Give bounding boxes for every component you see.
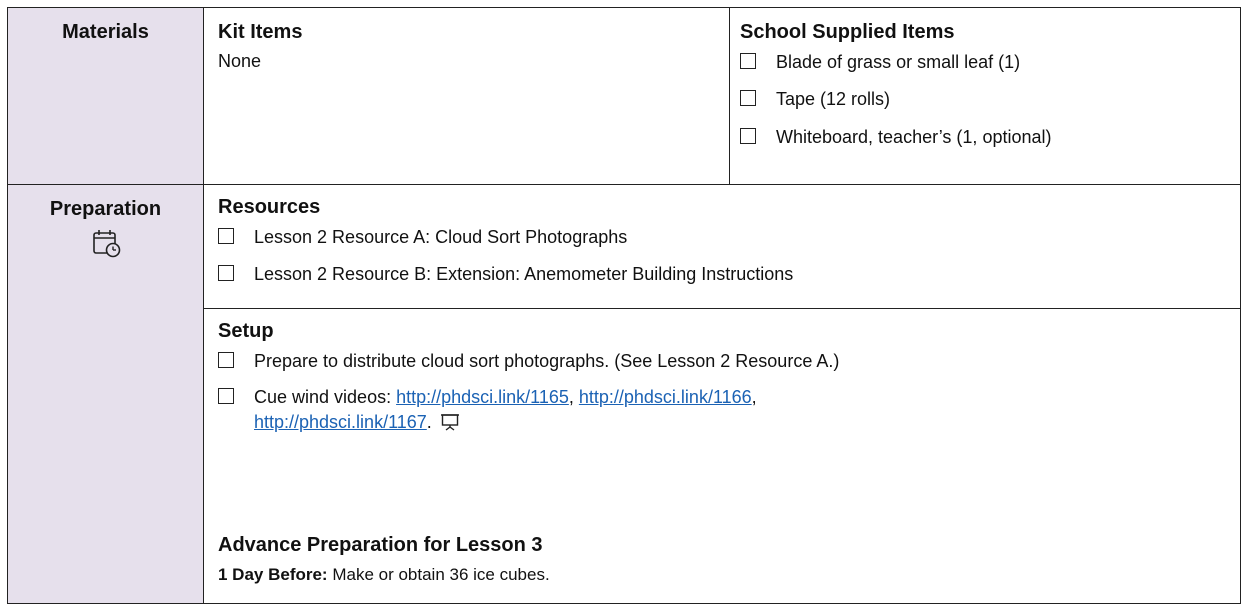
link-separator: , bbox=[751, 387, 757, 408]
checkbox[interactable] bbox=[218, 228, 234, 244]
resource-item-label: Lesson 2 Resource B: Extension: Anemomet… bbox=[254, 264, 794, 285]
materials-content: Kit Items None School Supplied Items Bla… bbox=[204, 8, 1240, 184]
school-item-3: Whiteboard, teacher’s (1, optional) bbox=[740, 125, 1230, 149]
setup-item-label: Prepare to distribute cloud sort photogr… bbox=[254, 351, 840, 371]
sentence-end: . bbox=[426, 411, 432, 432]
school-item-2: Tape (12 rolls) bbox=[740, 87, 1230, 111]
presentation-screen-icon bbox=[440, 413, 459, 431]
preparation-label: Preparation bbox=[49, 198, 162, 220]
preparation-content: Resources Lesson 2 Resource A: Cloud Sor… bbox=[204, 185, 1240, 603]
resource-item-1: Lesson 2 Resource A: Cloud Sort Photogra… bbox=[218, 225, 1226, 249]
setup-section: Setup Prepare to distribute cloud sort p… bbox=[204, 309, 1240, 527]
setup-item-prefix: Cue wind videos: bbox=[254, 387, 397, 408]
preparation-row: Preparation Resources Lesson 2 Resource … bbox=[8, 185, 1240, 603]
advance-preparation-text: 1 Day Before: Make or obtain 36 ice cube… bbox=[218, 563, 1226, 587]
setup-item-text: Cue wind videos: http://phdsci.link/1165… bbox=[254, 385, 814, 434]
resources-heading: Resources bbox=[218, 196, 321, 218]
materials-label: Materials bbox=[62, 21, 149, 43]
school-item-label: Blade of grass or small leaf (1) bbox=[776, 52, 1021, 72]
calendar-clock-icon bbox=[92, 230, 120, 258]
school-item-label: Whiteboard, teacher’s (1, optional) bbox=[776, 126, 1052, 147]
kit-items-heading: Kit Items bbox=[218, 21, 303, 43]
page: Materials Kit Items None School Supplied… bbox=[0, 0, 1253, 611]
advance-body: Make or obtain 36 ice cubes. bbox=[327, 565, 550, 584]
wind-video-link-2[interactable]: http://phdsci.link/1166 bbox=[579, 387, 752, 407]
checkbox[interactable] bbox=[218, 388, 234, 405]
kit-items-cell: Kit Items None bbox=[204, 8, 730, 184]
advance-preparation-section: Advance Preparation for Lesson 3 1 Day B… bbox=[204, 527, 1240, 603]
setup-heading: Setup bbox=[218, 320, 274, 342]
advance-preparation-heading: Advance Preparation for Lesson 3 bbox=[218, 534, 543, 556]
advance-lead: 1 Day Before: bbox=[218, 565, 328, 584]
resource-item-label: Lesson 2 Resource A: Cloud Sort Photogra… bbox=[254, 227, 628, 247]
checkbox[interactable] bbox=[740, 90, 756, 107]
resource-item-2: Lesson 2 Resource B: Extension: Anemomet… bbox=[218, 262, 1226, 286]
wind-video-link-3[interactable]: http://phdsci.link/1167 bbox=[254, 412, 427, 432]
school-supplied-cell: School Supplied Items Blade of grass or … bbox=[730, 8, 1240, 184]
checkbox[interactable] bbox=[218, 352, 234, 368]
setup-item-1: Prepare to distribute cloud sort photogr… bbox=[218, 349, 1226, 373]
materials-preparation-table: Materials Kit Items None School Supplied… bbox=[7, 7, 1241, 604]
resources-section: Resources Lesson 2 Resource A: Cloud Sor… bbox=[204, 185, 1240, 309]
materials-row: Materials Kit Items None School Supplied… bbox=[8, 8, 1240, 185]
preparation-label-cell: Preparation bbox=[8, 185, 204, 603]
materials-label-cell: Materials bbox=[8, 8, 204, 184]
checkbox[interactable] bbox=[740, 127, 756, 144]
link-separator: , bbox=[568, 387, 579, 408]
school-item-label: Tape (12 rolls) bbox=[776, 89, 891, 110]
kit-items-body: None bbox=[218, 51, 262, 71]
school-item-1: Blade of grass or small leaf (1) bbox=[740, 50, 1230, 74]
wind-video-link-1[interactable]: http://phdsci.link/1165 bbox=[396, 387, 569, 407]
checkbox[interactable] bbox=[740, 53, 756, 69]
school-supplied-heading: School Supplied Items bbox=[740, 21, 955, 43]
setup-item-2: Cue wind videos: http://phdsci.link/1165… bbox=[218, 385, 1226, 434]
checkbox[interactable] bbox=[218, 265, 234, 282]
